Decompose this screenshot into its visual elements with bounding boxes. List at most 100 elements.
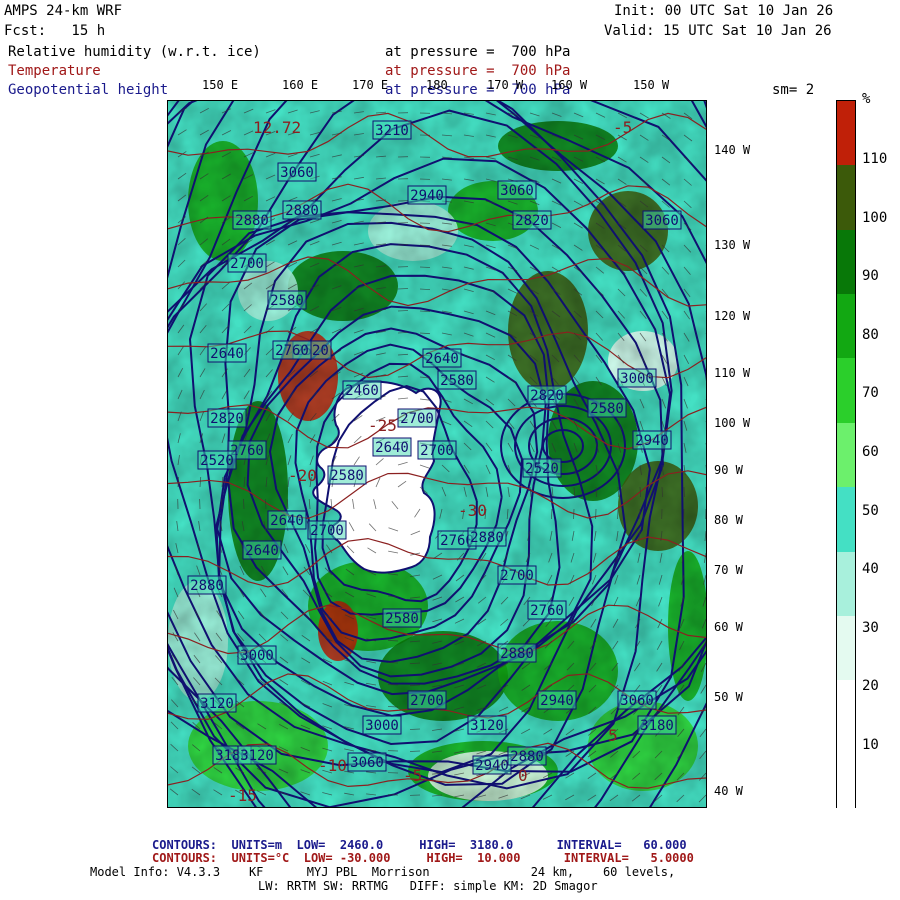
svg-text:2940: 2940: [540, 693, 574, 709]
svg-text:2700: 2700: [400, 411, 434, 427]
height-label: 2700: [227, 253, 267, 273]
height-label: 2580: [327, 465, 367, 485]
height-label: 2640: [267, 510, 307, 530]
wind-barb: [705, 245, 706, 246]
svg-text:3060: 3060: [350, 755, 384, 771]
lon-label-170e: 170 E: [352, 78, 389, 92]
svg-text:2580: 2580: [330, 468, 364, 484]
right-label-140w: 140 W: [714, 143, 751, 157]
colorbar-swatch: [837, 294, 855, 359]
svg-text:2760: 2760: [530, 603, 564, 619]
height-label: 2700: [307, 520, 347, 540]
svg-text:3210: 3210: [375, 123, 409, 139]
map-canvas: 3210306028802940 306028202880270026402580…: [168, 101, 706, 807]
height-label: 2820: [512, 210, 552, 230]
map-panel: 3210 3060 2880 2940 3060 2820 2880 2700 2640 2580…: [167, 100, 707, 808]
wind-barb: [387, 706, 399, 708]
svg-text:2460: 2460: [345, 383, 379, 399]
height-label: 3060: [642, 210, 682, 230]
svg-text:2640: 2640: [210, 346, 244, 362]
field-rh-name: Relative humidity (w.r.t. ice): [8, 44, 261, 60]
wind-barb: [705, 333, 706, 334]
wind-barb: [409, 750, 421, 752]
right-label-130w: 130 W: [714, 238, 751, 252]
colorbar-swatch: [837, 165, 855, 231]
temperature-label: 5: [608, 726, 618, 745]
svg-text:3000: 3000: [365, 718, 399, 734]
height-label: 3000: [362, 715, 402, 735]
height-label: 2580: [267, 290, 307, 310]
wind-barb: [573, 508, 575, 520]
field-height-level: at pressure = 700 hPa: [385, 82, 571, 98]
svg-text:2880: 2880: [510, 749, 544, 765]
svg-text:3000: 3000: [620, 371, 654, 387]
wind-barb: [705, 311, 706, 312]
colorbar-tick-label: 40: [862, 561, 879, 578]
colorbar-unit: %: [862, 91, 871, 107]
svg-text:2700: 2700: [420, 443, 454, 459]
valid-time: Valid: 15 UTC Sat 10 Jan 26: [604, 23, 832, 39]
footer-physics: LW: RRTM SW: RRTMG DIFF: simple KM: 2D S…: [258, 879, 598, 893]
height-label: 3120: [467, 715, 507, 735]
svg-text:3060: 3060: [500, 183, 534, 199]
temperature-label: -10: [318, 756, 347, 775]
height-label: 2940: [407, 185, 447, 205]
height-label: 2940: [537, 690, 577, 710]
forecast-hour: Fcst: 15 h: [4, 23, 106, 39]
svg-text:2520: 2520: [525, 461, 559, 477]
right-label-100w: 100 W: [714, 416, 751, 430]
right-label-120w: 120 W: [714, 309, 751, 323]
height-label: 2460: [342, 380, 382, 400]
wind-barb: [683, 486, 685, 498]
svg-text:3060: 3060: [280, 165, 314, 181]
wind-barb: [705, 135, 706, 136]
footer-height-contours: CONTOURS: UNITS=m LOW= 2460.0 HIGH= 3180…: [152, 838, 687, 852]
field-temp-level: at pressure = 700 hPa: [385, 63, 571, 79]
lon-label-150e: 150 E: [202, 78, 239, 92]
svg-text:2640: 2640: [425, 351, 459, 367]
right-label-110w: 110 W: [714, 366, 751, 380]
height-label: 2520: [197, 450, 237, 470]
svg-text:2700: 2700: [230, 256, 264, 272]
wind-barb: [705, 267, 706, 268]
temperature-label: 0: [518, 766, 528, 785]
height-label: 3060: [277, 162, 317, 182]
right-label-40w: 40 W: [714, 784, 743, 798]
wind-barb: [387, 684, 399, 686]
svg-text:2640: 2640: [270, 513, 304, 529]
svg-text:2700: 2700: [310, 523, 344, 539]
right-label-90w: 90 W: [714, 463, 743, 477]
svg-text:3060: 3060: [620, 693, 654, 709]
height-label: 2640: [207, 343, 247, 363]
svg-text:2940: 2940: [475, 758, 509, 774]
colorbar-tick-label: 110: [862, 151, 888, 167]
wind-barb: [419, 266, 431, 268]
svg-text:2880: 2880: [470, 530, 504, 546]
temperature-label: -5: [403, 766, 422, 785]
svg-text:3120: 3120: [200, 696, 234, 712]
colorbar-tick-label: 70: [862, 385, 879, 402]
height-label: 2760: [527, 600, 567, 620]
colorbar-tick-label: 30: [862, 619, 879, 636]
temperature-label: -25: [368, 416, 397, 435]
colorbar-tick-label: 60: [862, 444, 879, 460]
wind-barb: [409, 728, 421, 730]
wind-barb: [705, 113, 706, 114]
svg-text:2640: 2640: [245, 543, 279, 559]
colorbar-swatch: [837, 680, 855, 746]
right-label-70w: 70 W: [714, 563, 743, 577]
svg-text:2580: 2580: [590, 401, 624, 417]
temperature-label: 12.72: [253, 118, 301, 137]
colorbar-tick-label: 90: [862, 268, 879, 285]
wind-barb: [705, 399, 706, 401]
wind-barb: [705, 355, 706, 356]
svg-text:2820: 2820: [210, 411, 244, 427]
wind-barb: [705, 487, 706, 496]
height-label: 2640: [242, 540, 282, 560]
colorbar-swatch: [837, 101, 855, 166]
colorbar-swatch: [837, 487, 855, 553]
svg-text:2820: 2820: [515, 213, 549, 229]
colorbar-swatch: [837, 615, 855, 681]
init-time: Init: 00 UTC Sat 10 Jan 26: [614, 3, 834, 19]
svg-text:2940: 2940: [635, 433, 669, 449]
